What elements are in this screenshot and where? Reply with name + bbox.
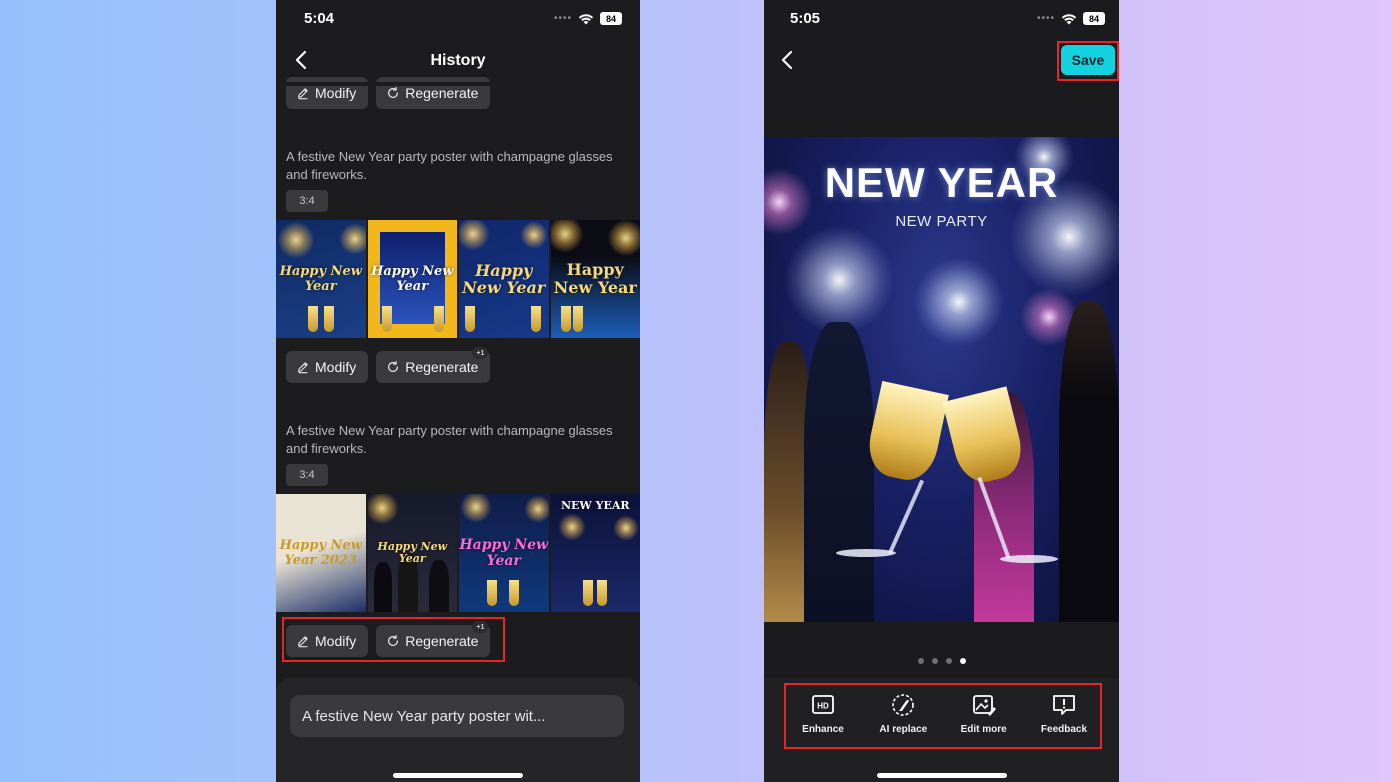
image-caption: NEW YEAR <box>560 499 630 512</box>
nav-bar: History <box>276 40 640 82</box>
generated-poster[interactable]: NEW YEAR NEW PARTY <box>764 137 1119 622</box>
signal-icon: •••• <box>1036 13 1055 24</box>
refresh-icon <box>388 634 399 647</box>
battery-icon: 84 <box>1083 12 1105 25</box>
regenerate-label: Regenerate <box>405 85 479 101</box>
pencil-icon <box>298 88 308 100</box>
history-screen: 5:04 •••• 84 History Modify Regenerate A <box>276 0 640 782</box>
modify-button[interactable]: Modify <box>286 351 369 383</box>
home-indicator <box>876 773 1007 778</box>
action-row: Modify Regenerate +1 <box>286 621 491 657</box>
feedback-icon <box>1053 695 1075 715</box>
carousel-dots <box>764 658 1119 664</box>
count-badge: +1 <box>472 347 489 359</box>
generated-image[interactable]: Happy New Year <box>459 220 549 338</box>
generated-image[interactable]: NEW YEAR <box>550 494 640 612</box>
image-caption: Happy New Year 2023 <box>279 538 362 568</box>
image-grid: Happy New Year Happy New Year Happy New … <box>276 220 640 338</box>
battery-icon: 84 <box>600 12 622 25</box>
generated-image[interactable]: Happy New Year <box>550 220 640 338</box>
regenerate-label: Regenerate <box>405 633 479 649</box>
aspect-ratio-tag: 3:4 <box>286 190 328 212</box>
feedback-button[interactable]: Feedback <box>1025 692 1103 735</box>
generated-image[interactable]: Happy New Year <box>367 220 457 338</box>
tool-label: AI replace <box>879 724 928 735</box>
pencil-icon <box>298 636 308 648</box>
image-caption: Happy New Year <box>462 261 546 297</box>
image-caption: Happy New Year <box>377 540 448 565</box>
prompt-input[interactable]: A festive New Year party poster wit... <box>290 695 624 737</box>
home-indicator <box>393 773 523 778</box>
status-time: 5:04 <box>304 10 335 27</box>
prompt-input-bar: A festive New Year party poster wit... <box>276 678 640 782</box>
enhance-button[interactable]: HD Enhance <box>784 692 862 735</box>
image-caption: Happy New Year <box>459 537 549 569</box>
poster-subtitle: NEW PARTY <box>895 213 988 230</box>
tool-label: Feedback <box>1040 724 1088 735</box>
carousel-dot[interactable] <box>945 658 952 664</box>
modify-label: Modify <box>315 359 357 375</box>
edit-image-icon <box>972 695 996 716</box>
regenerate-button[interactable]: Regenerate +1 <box>376 621 491 657</box>
image-grid: Happy New Year 2023 Happy New Year Happy… <box>276 494 640 612</box>
ai-replace-icon <box>892 694 915 716</box>
status-bar: 5:05 •••• 84 <box>764 0 1119 40</box>
image-detail-screen: 5:05 •••• 84 Save NEW YEAR NEW PARTY HD … <box>764 0 1119 782</box>
generated-image[interactable]: Happy New Year <box>367 494 457 612</box>
page-title: History <box>430 52 486 69</box>
save-button[interactable]: Save <box>1061 45 1115 75</box>
generated-image[interactable]: Happy New Year 2023 <box>276 494 366 612</box>
svg-text:HD: HD <box>817 702 829 711</box>
generated-image[interactable]: Happy New Year <box>276 220 366 338</box>
status-time: 5:05 <box>790 10 821 27</box>
prompt-text: A festive New Year party poster with cha… <box>286 423 613 456</box>
carousel-dot[interactable] <box>917 658 924 664</box>
nav-bar: Save <box>764 40 1119 82</box>
image-caption: Happy New Year <box>279 264 362 294</box>
regenerate-label: Regenerate <box>405 359 479 375</box>
image-caption: Happy New Year <box>553 260 637 297</box>
pencil-icon <box>298 362 308 374</box>
ai-replace-button[interactable]: AI replace <box>864 692 942 735</box>
edit-toolbar: HD Enhance AI replace Edit more Feedback <box>764 678 1119 782</box>
modify-label: Modify <box>315 633 357 649</box>
prompt-text: A festive New Year party poster with cha… <box>286 149 613 182</box>
generated-image[interactable]: Happy New Year <box>459 494 549 612</box>
wifi-icon <box>578 13 594 24</box>
status-bar: 5:04 •••• 84 <box>276 0 640 40</box>
back-arrow-icon[interactable] <box>776 48 800 72</box>
modify-button[interactable]: Modify <box>286 625 369 657</box>
refresh-icon <box>388 86 399 99</box>
carousel-dot[interactable] <box>931 658 938 664</box>
signal-icon: •••• <box>553 13 572 24</box>
tool-label: Edit more <box>960 724 1007 735</box>
image-caption: Happy New Year <box>371 264 454 294</box>
modify-label: Modify <box>315 85 357 101</box>
refresh-icon <box>388 360 399 373</box>
hd-icon: HD <box>812 695 834 714</box>
aspect-ratio-tag: 3:4 <box>286 464 328 486</box>
count-badge: +1 <box>472 621 489 633</box>
carousel-dot[interactable] <box>959 658 966 664</box>
regenerate-button[interactable]: Regenerate +1 <box>376 347 491 383</box>
poster-title: NEW YEAR <box>824 159 1059 206</box>
wifi-icon <box>1061 13 1077 24</box>
tool-label: Enhance <box>802 724 844 735</box>
edit-more-button[interactable]: Edit more <box>945 692 1023 735</box>
scroll-edge <box>276 82 640 86</box>
action-row: Modify Regenerate +1 <box>286 347 491 383</box>
